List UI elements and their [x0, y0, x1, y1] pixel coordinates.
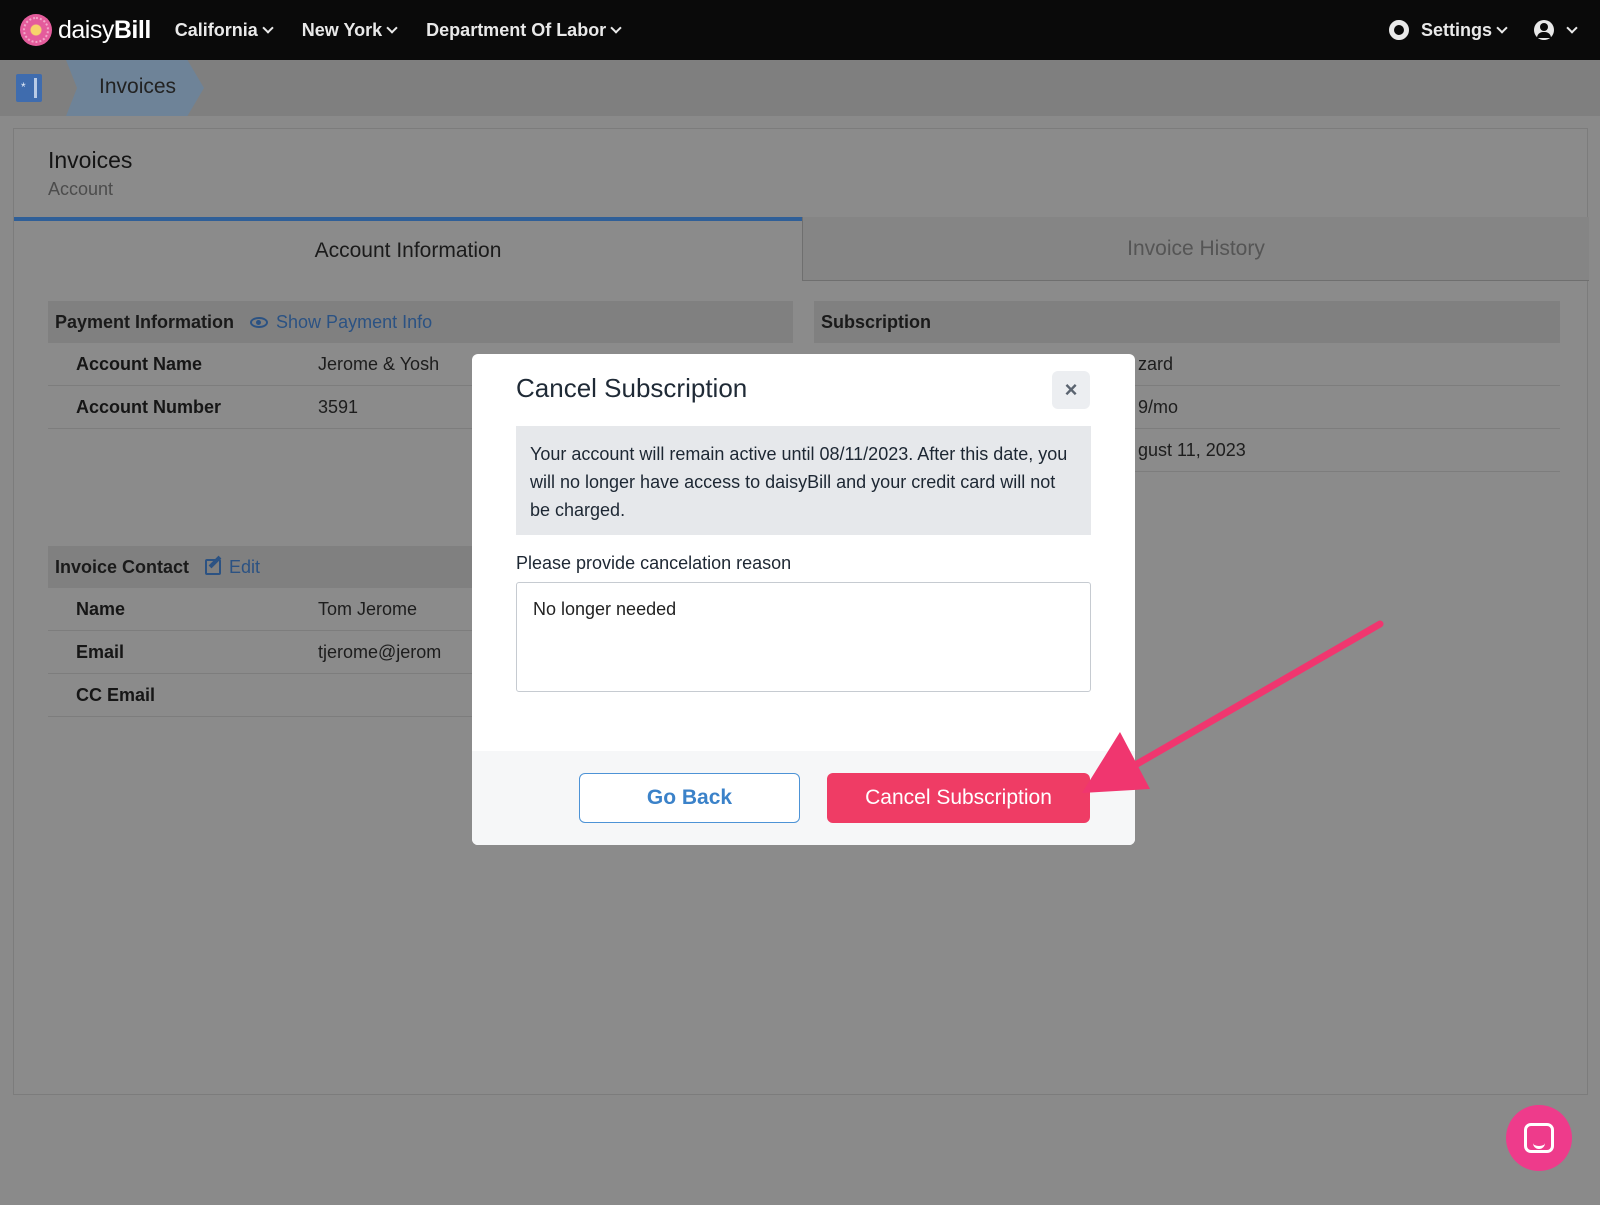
close-icon[interactable]: × — [1052, 371, 1090, 409]
nav-california-label: California — [174, 19, 258, 40]
nav-california[interactable]: California — [174, 19, 274, 41]
gear-icon — [1388, 20, 1409, 40]
subscription-header: Subscription — [814, 301, 1560, 343]
invoice-contact-title: Invoice Contact — [55, 556, 190, 577]
nav-right: Settings — [1367, 19, 1578, 41]
nav-new-york-label: New York — [301, 19, 383, 40]
tab-invoice-history[interactable]: Invoice History — [802, 217, 1589, 281]
settings-menu[interactable]: Settings — [1388, 19, 1508, 41]
sidebar-toggle-glyph: * — [21, 80, 26, 94]
edit-contact-label: Edit — [229, 556, 261, 577]
cancel-subscription-button[interactable]: Cancel Subscription — [827, 773, 1090, 823]
account-name-value: Jerome & Yosh — [318, 353, 440, 374]
tab-account-information[interactable]: Account Information — [14, 217, 802, 281]
account-menu[interactable] — [1506, 20, 1578, 40]
daisybill-logo[interactable]: daisyBill — [20, 14, 151, 46]
logo-text: daisyBill — [58, 15, 151, 44]
chevron-down-icon — [386, 22, 398, 34]
cancellation-notice: Your account will remain active until 08… — [516, 426, 1091, 535]
nav-department-of-labor-label: Department Of Labor — [426, 19, 607, 40]
modal-title: Cancel Subscription — [516, 373, 748, 403]
payment-information-title: Payment Information — [55, 311, 235, 332]
account-name-label: Account Name — [76, 353, 203, 374]
contact-email-label: Email — [76, 641, 125, 662]
go-back-button[interactable]: Go Back — [579, 773, 800, 823]
daisy-flower-icon — [20, 14, 52, 46]
cancel-subscription-modal: Cancel Subscription × Your account will … — [472, 354, 1135, 845]
edit-contact-link[interactable]: Edit — [205, 557, 260, 578]
chat-icon — [1524, 1123, 1554, 1153]
chevron-down-icon — [1566, 22, 1578, 34]
chevron-down-icon — [610, 22, 622, 34]
page-subtitle: Account — [48, 179, 114, 199]
pencil-icon — [205, 559, 222, 575]
settings-label: Settings — [1420, 19, 1492, 40]
nav-new-york[interactable]: New York — [301, 19, 398, 41]
contact-name-value: Tom Jerome — [318, 598, 418, 619]
contact-email-value: tjerome@jerom — [318, 641, 442, 662]
show-payment-info-label: Show Payment Info — [276, 311, 433, 332]
modal-footer: Go Back Cancel Subscription — [472, 751, 1135, 845]
contact-name-label: Name — [76, 598, 126, 619]
show-payment-info-link[interactable]: Show Payment Info — [250, 312, 432, 333]
breadcrumb-invoices[interactable]: Invoices — [66, 60, 204, 116]
user-circle-icon — [1534, 20, 1554, 40]
subscription-title: Subscription — [821, 311, 932, 332]
breadcrumb-invoices-label: Invoices — [99, 75, 177, 98]
cancelation-reason-label: Please provide cancelation reason — [516, 553, 792, 573]
chevron-down-icon — [262, 22, 274, 34]
eye-icon — [250, 316, 269, 328]
chat-launcher-button[interactable] — [1506, 1105, 1572, 1171]
cancelation-reason-input[interactable]: No longer needed — [516, 582, 1091, 692]
breadcrumb: * Invoices — [0, 60, 1600, 116]
account-number-value: 3591 — [318, 396, 359, 417]
top-navbar: daisyBill California New York Department… — [0, 0, 1600, 60]
account-number-label: Account Number — [76, 396, 222, 417]
payment-information-header: Payment Information Show Payment Info — [48, 301, 793, 343]
contact-cc-email-label: CC Email — [76, 684, 156, 705]
page-title: Invoices — [48, 147, 133, 173]
nav-department-of-labor[interactable]: Department Of Labor — [426, 19, 622, 41]
sidebar-toggle-icon[interactable]: * — [16, 74, 42, 102]
